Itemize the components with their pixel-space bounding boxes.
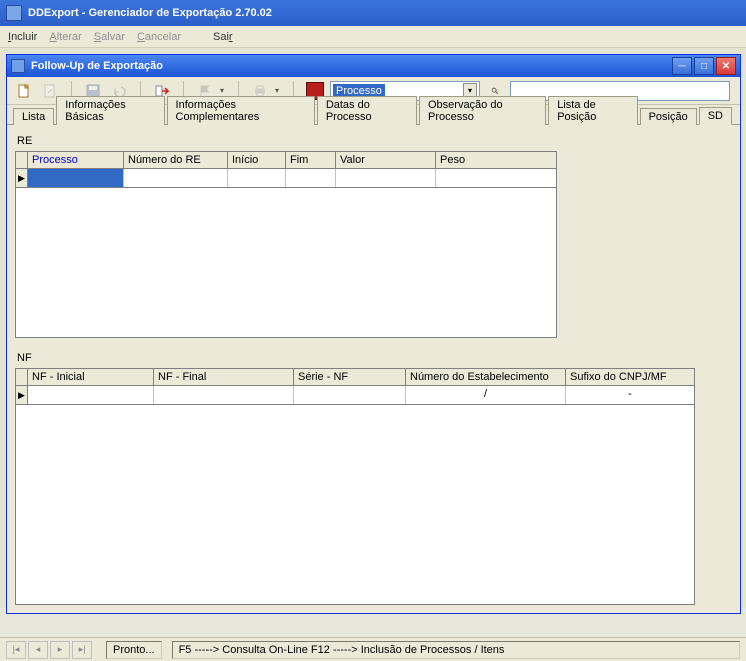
re-cell-processo[interactable] <box>28 169 124 187</box>
re-row[interactable] <box>28 169 556 187</box>
tab-informacoes-basicas[interactable]: Informações Básicas <box>56 96 164 125</box>
re-grid-blank-area <box>15 188 557 338</box>
status-hint: F5 -----> Consulta On-Line F12 -----> In… <box>172 641 740 659</box>
close-button[interactable]: ✕ <box>716 57 736 75</box>
print-dropdown-icon[interactable]: ▾ <box>275 86 283 95</box>
re-header-fim[interactable]: Fim <box>286 152 336 168</box>
tab-informacoes-complementares[interactable]: Informações Complementares <box>167 96 315 125</box>
tab-lista-de-posicao[interactable]: Lista de Posição <box>548 96 637 125</box>
app-title: DDExport - Gerenciador de Exportação 2.7… <box>28 7 272 19</box>
flag-dropdown-icon[interactable]: ▾ <box>220 86 228 95</box>
nf-grid-blank-area <box>15 405 695 605</box>
child-window-icon <box>11 59 25 73</box>
re-grid[interactable]: Processo Número do RE Início Fim Valor P… <box>15 151 557 188</box>
menu-salvar[interactable]: Salvar <box>94 31 125 43</box>
re-cell-valor[interactable] <box>336 169 436 187</box>
tab-sd[interactable]: SD <box>699 107 732 125</box>
child-title: Follow-Up de Exportação <box>31 60 163 72</box>
mdi-client-area: Follow-Up de Exportação ─ □ ✕ ▾ ▾ <box>0 48 746 608</box>
nav-last-icon[interactable]: ▸| <box>72 641 92 659</box>
re-cell-numero[interactable] <box>124 169 228 187</box>
nf-header-final[interactable]: NF - Final <box>154 369 294 385</box>
tab-content: RE Processo Número do RE Início Fim Valo… <box>7 125 740 613</box>
re-header-peso[interactable]: Peso <box>436 152 556 168</box>
nf-row-marker[interactable]: ▶ <box>16 386 28 404</box>
tab-observacao-do-processo[interactable]: Observação do Processo <box>419 96 546 125</box>
current-row-icon: ▶ <box>18 390 25 401</box>
nf-row[interactable]: / - <box>28 386 694 404</box>
nav-prev-icon[interactable]: ◂ <box>28 641 48 659</box>
minimize-button[interactable]: ─ <box>672 57 692 75</box>
re-header-numero[interactable]: Número do RE <box>124 152 228 168</box>
re-header-marker[interactable] <box>16 152 28 168</box>
nf-header-sufixo[interactable]: Sufixo do CNPJ/MF <box>566 369 694 385</box>
re-cell-peso[interactable] <box>436 169 556 187</box>
nf-header-marker[interactable] <box>16 369 28 385</box>
re-row-marker[interactable]: ▶ <box>16 169 28 187</box>
tabstrip: Lista Informações Básicas Informações Co… <box>7 105 740 125</box>
current-row-icon: ▶ <box>18 173 25 184</box>
nf-header-inicial[interactable]: NF - Inicial <box>28 369 154 385</box>
app-titlebar: DDExport - Gerenciador de Exportação 2.7… <box>0 0 746 26</box>
status-ready: Pronto... <box>106 641 162 659</box>
nf-cell-estabelecimento[interactable]: / <box>406 386 566 404</box>
nf-grid[interactable]: NF - Inicial NF - Final Série - NF Númer… <box>15 368 695 405</box>
nf-cell-inicial[interactable] <box>28 386 154 404</box>
re-section-label: RE <box>17 135 730 147</box>
nf-header-estabelecimento[interactable]: Número do Estabelecimento <box>406 369 566 385</box>
nf-cell-sufixo[interactable]: - <box>566 386 694 404</box>
tab-posicao[interactable]: Posição <box>640 108 697 125</box>
nf-section-label: NF <box>17 352 730 364</box>
new-document-icon[interactable] <box>13 80 35 102</box>
nav-first-icon[interactable]: |◂ <box>6 641 26 659</box>
menu-incluir[interactable]: Incluir <box>8 31 37 43</box>
nf-cell-final[interactable] <box>154 386 294 404</box>
nf-header-serie[interactable]: Série - NF <box>294 369 406 385</box>
re-header-valor[interactable]: Valor <box>336 152 436 168</box>
tab-datas-do-processo[interactable]: Datas do Processo <box>317 96 417 125</box>
menu-cancelar[interactable]: Cancelar <box>137 31 181 43</box>
re-cell-fim[interactable] <box>286 169 336 187</box>
nav-next-icon[interactable]: ▸ <box>50 641 70 659</box>
child-window: Follow-Up de Exportação ─ □ ✕ ▾ ▾ <box>6 54 741 614</box>
tab-lista[interactable]: Lista <box>13 108 54 125</box>
re-header-processo[interactable]: Processo <box>28 152 124 168</box>
nf-cell-serie[interactable] <box>294 386 406 404</box>
maximize-button[interactable]: □ <box>694 57 714 75</box>
child-titlebar: Follow-Up de Exportação ─ □ ✕ <box>7 55 740 77</box>
statusbar: |◂ ◂ ▸ ▸| Pronto... F5 -----> Consulta O… <box>0 637 746 661</box>
app-icon <box>6 5 22 21</box>
menu-sair[interactable]: Sair <box>213 31 233 43</box>
menubar: Incluir Alterar Salvar Cancelar Sair <box>0 26 746 48</box>
menu-alterar[interactable]: Alterar <box>49 31 81 43</box>
re-header-inicio[interactable]: Início <box>228 152 286 168</box>
re-cell-inicio[interactable] <box>228 169 286 187</box>
